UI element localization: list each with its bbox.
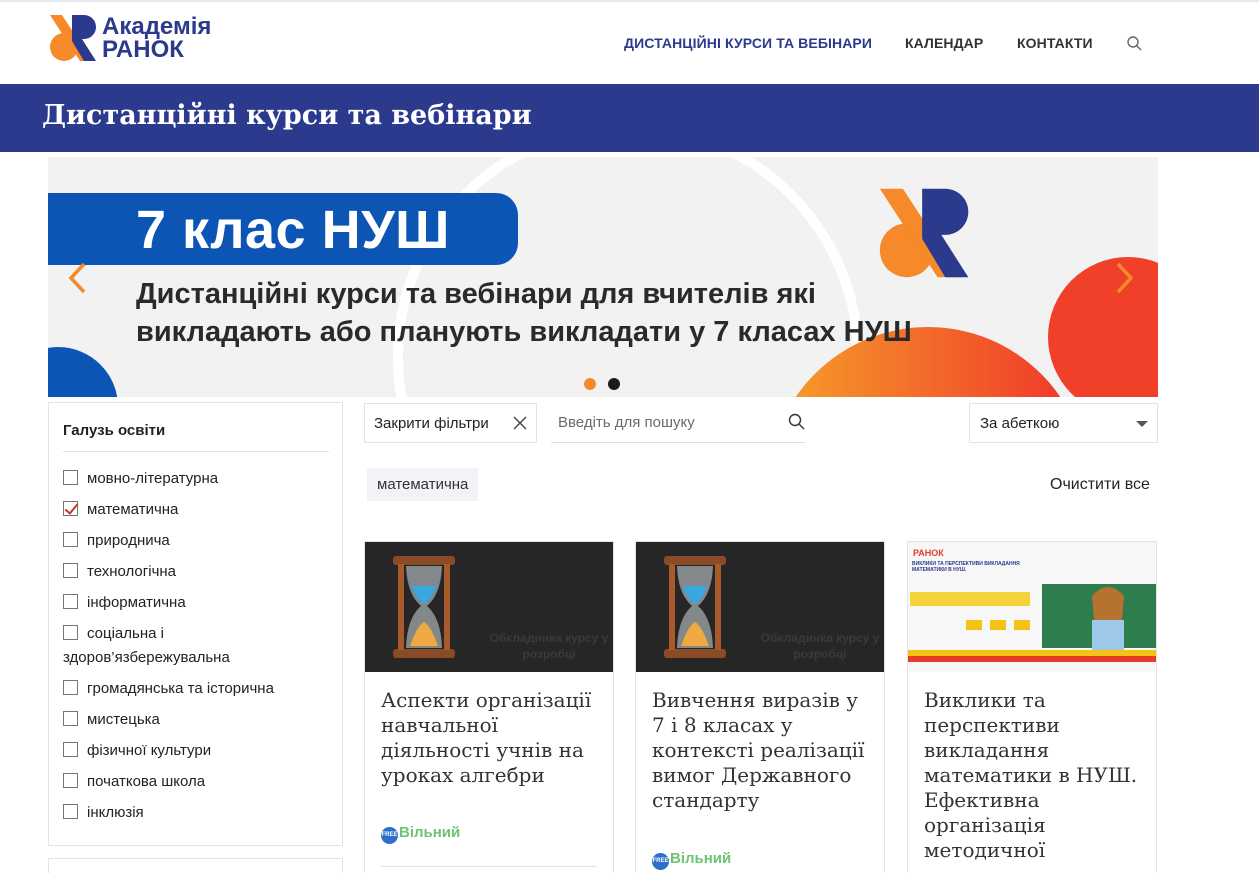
course-cover-caption: Обкладинка курсу у розробці <box>760 631 880 661</box>
price-label: FREE Вільний <box>381 824 460 844</box>
slide-badge-text: 7 клас НУШ <box>136 200 450 260</box>
free-badge-icon: FREE <box>381 827 398 844</box>
course-cover-caption: Обкладинка курсу у розробці <box>489 631 609 661</box>
filter-checkbox[interactable] <box>63 501 78 516</box>
filter-label: мистецька <box>87 711 160 728</box>
logo-text: Академія РАНОК <box>102 13 212 63</box>
page-title-band: Дистанційні курси та вебінари <box>0 84 1259 152</box>
price-label: FREE Вільний <box>652 850 731 870</box>
chevron-down-icon <box>1136 421 1148 427</box>
filter-option[interactable]: фізичної культури <box>63 739 333 763</box>
course-cover: Обкладинка курсу у розробці <box>636 542 884 672</box>
price-text: Вільний <box>670 850 732 867</box>
logo-line-2: РАНОК <box>102 36 184 63</box>
close-filters-label: Закрити фільтри <box>374 415 489 432</box>
filter-option[interactable]: соціальна і здоров’язбережувальна <box>63 622 333 670</box>
nav-item-calendar[interactable]: КАЛЕНДАР <box>905 35 983 51</box>
filter-option[interactable]: природнича <box>63 529 333 553</box>
course-title[interactable]: Вивчення виразів у 7 і 8 класах у контек… <box>652 688 872 813</box>
filter-label: математична <box>87 501 179 518</box>
filter-checkbox[interactable] <box>63 625 78 640</box>
filter-checkbox[interactable] <box>63 563 78 578</box>
filter-checkbox[interactable] <box>63 470 78 485</box>
course-search <box>551 403 805 443</box>
course-card[interactable]: РАНОК ВИКЛИКИ ТА ПЕРСПЕКТИВИ ВИКЛАДАННЯ … <box>907 541 1157 873</box>
promo-slider: 7 клас НУШ Дистанційні курси та вебінари… <box>48 157 1158 397</box>
slider-prev-icon[interactable] <box>66 261 88 295</box>
site-logo[interactable]: Академія РАНОК <box>48 13 238 65</box>
filter-checkbox[interactable] <box>63 742 78 757</box>
clear-all-link[interactable]: Очистити все <box>1050 476 1150 494</box>
filter-checkbox[interactable] <box>63 804 78 819</box>
filter-label: фізичної культури <box>87 742 212 759</box>
slide-text: Дистанційні курси та вебінари для вчител… <box>136 275 912 351</box>
slider-next-icon[interactable] <box>1114 261 1136 295</box>
slide-logo-icon <box>879 188 969 278</box>
filter-label: інклюзія <box>87 804 144 821</box>
close-filters-button[interactable]: Закрити фільтри <box>364 403 537 443</box>
course-cover: Обкладинка курсу у розробці <box>365 542 613 672</box>
sort-select-value: За абеткою <box>980 415 1060 432</box>
filter-sidebar-next <box>48 858 343 873</box>
active-filter-chip[interactable]: математична <box>367 468 479 501</box>
filter-option[interactable]: інклюзія <box>63 801 333 825</box>
filter-label: мовно-літературна <box>87 470 219 487</box>
filter-checkbox[interactable] <box>63 773 78 788</box>
slide-text-line-2: викладають або планують викладати у 7 кл… <box>136 316 912 348</box>
sidebar-divider <box>63 451 329 452</box>
course-card[interactable]: Обкладинка курсу у розробці Аспекти орга… <box>364 541 614 873</box>
course-cover: РАНОК ВИКЛИКИ ТА ПЕРСПЕКТИВИ ВИКЛАДАННЯ … <box>908 542 1156 672</box>
search-icon[interactable] <box>788 413 806 431</box>
price-text: Вільний <box>399 824 461 841</box>
filter-option[interactable]: мистецька <box>63 708 333 732</box>
course-title[interactable]: Аспекти організації навчальної діяльност… <box>381 688 601 788</box>
slide-text-line-1: Дистанційні курси та вебінари для вчител… <box>136 278 816 310</box>
filter-label: соціальна і здоров’язбережувальна <box>63 625 230 666</box>
filter-checkbox[interactable] <box>63 680 78 695</box>
filter-option[interactable]: інформатична <box>63 591 333 615</box>
free-badge-icon: FREE <box>652 853 669 870</box>
filter-checkbox[interactable] <box>63 594 78 609</box>
slider-dot-2[interactable] <box>608 378 620 390</box>
search-input[interactable] <box>551 403 781 441</box>
filter-option[interactable]: громадянська та історична <box>63 677 333 701</box>
card-divider <box>381 866 597 867</box>
filter-label: громадянська та історична <box>87 680 274 697</box>
site-header: Академія РАНОК ДИСТАНЦІЙНІ КУРСИ ТА ВЕБІ… <box>0 2 1259 84</box>
nav-item-courses[interactable]: ДИСТАНЦІЙНІ КУРСИ ТА ВЕБІНАРИ <box>624 35 872 51</box>
filter-checkbox[interactable] <box>63 532 78 547</box>
cover-heading-text: ВИКЛИКИ ТА ПЕРСПЕКТИВИ ВИКЛАДАННЯ МАТЕМА… <box>912 561 1036 579</box>
filter-label: природнича <box>87 532 170 549</box>
filter-option[interactable]: початкова школа <box>63 770 333 794</box>
logo-line-1: Академія <box>102 13 212 40</box>
nav-item-contacts[interactable]: КОНТАКТИ <box>1017 35 1093 51</box>
filter-group-title: Галузь освіти <box>63 422 166 439</box>
slider-dot-1[interactable] <box>584 378 596 390</box>
filter-checkbox[interactable] <box>63 711 78 726</box>
sort-select[interactable]: За абеткою <box>969 403 1158 443</box>
search-icon[interactable] <box>1126 35 1144 53</box>
logo-mark-icon <box>50 15 96 61</box>
filter-option[interactable]: технологічна <box>63 560 333 584</box>
filter-option[interactable]: мовно-літературна <box>63 467 333 491</box>
course-title[interactable]: Виклики та перспективи викладання матема… <box>924 688 1144 863</box>
cover-logo-text: РАНОК <box>913 548 944 558</box>
course-card[interactable]: Обкладинка курсу у розробці Вивчення вир… <box>635 541 885 873</box>
close-icon <box>513 416 527 430</box>
filter-label: інформатична <box>87 594 186 611</box>
filter-option[interactable]: математична <box>63 498 333 522</box>
page-title: Дистанційні курси та вебінари <box>42 100 532 131</box>
filter-label: початкова школа <box>87 773 206 790</box>
filter-label: технологічна <box>87 563 177 580</box>
filter-sidebar: Галузь освіти мовно-літературна математич… <box>48 402 343 846</box>
